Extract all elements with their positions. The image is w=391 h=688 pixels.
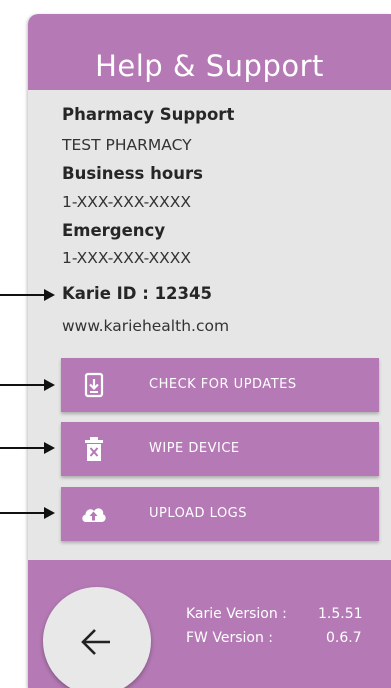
cloud-upload-icon <box>82 508 106 522</box>
back-button[interactable] <box>43 587 151 688</box>
upload-logs-label: UPLOAD LOGS <box>149 506 248 521</box>
trash-icon <box>85 437 103 461</box>
pharmacy-name: TEST PHARMACY <box>62 136 192 154</box>
fw-version-label: FW Version : <box>186 630 273 646</box>
upload-logs-button[interactable]: UPLOAD LOGS <box>61 487 379 541</box>
karie-id: Karie ID : 12345 <box>62 284 212 303</box>
annotation-arrow-logs <box>0 512 46 514</box>
annotation-arrow-wipe <box>0 447 46 449</box>
emergency-label: Emergency <box>62 221 166 240</box>
check-for-updates-label: CHECK FOR UPDATES <box>149 377 297 392</box>
wipe-device-label: WIPE DEVICE <box>149 441 240 456</box>
annotation-arrowhead-logs <box>44 507 55 519</box>
business-hours-phone: 1-XXX-XXX-XXXX <box>62 193 191 211</box>
karie-version-value: 1.5.51 <box>318 606 363 622</box>
annotation-arrowhead-updates <box>44 379 55 391</box>
back-arrow-icon <box>81 629 110 655</box>
pharmacy-support-label: Pharmacy Support <box>62 105 235 124</box>
karie-version-label: Karie Version : <box>186 606 287 622</box>
business-hours-label: Business hours <box>62 164 203 183</box>
help-support-panel: Help & Support Pharmacy Support TEST PHA… <box>28 14 391 688</box>
wipe-device-button[interactable]: WIPE DEVICE <box>61 422 379 476</box>
header: Help & Support <box>28 14 391 90</box>
download-phone-icon <box>84 372 104 398</box>
annotation-arrow-updates <box>0 384 46 386</box>
annotation-arrowhead-wipe <box>44 442 55 454</box>
footer: Karie Version : 1.5.51 FW Version : 0.6.… <box>28 560 391 688</box>
emergency-phone: 1-XXX-XXX-XXXX <box>62 249 191 267</box>
fw-version-value: 0.6.7 <box>326 630 362 646</box>
website-link[interactable]: www.kariehealth.com <box>62 317 229 335</box>
annotation-arrowhead-karie-id <box>44 289 55 301</box>
annotation-arrow-karie-id <box>0 294 46 296</box>
check-for-updates-button[interactable]: CHECK FOR UPDATES <box>61 358 379 412</box>
page-title: Help & Support <box>95 49 324 83</box>
